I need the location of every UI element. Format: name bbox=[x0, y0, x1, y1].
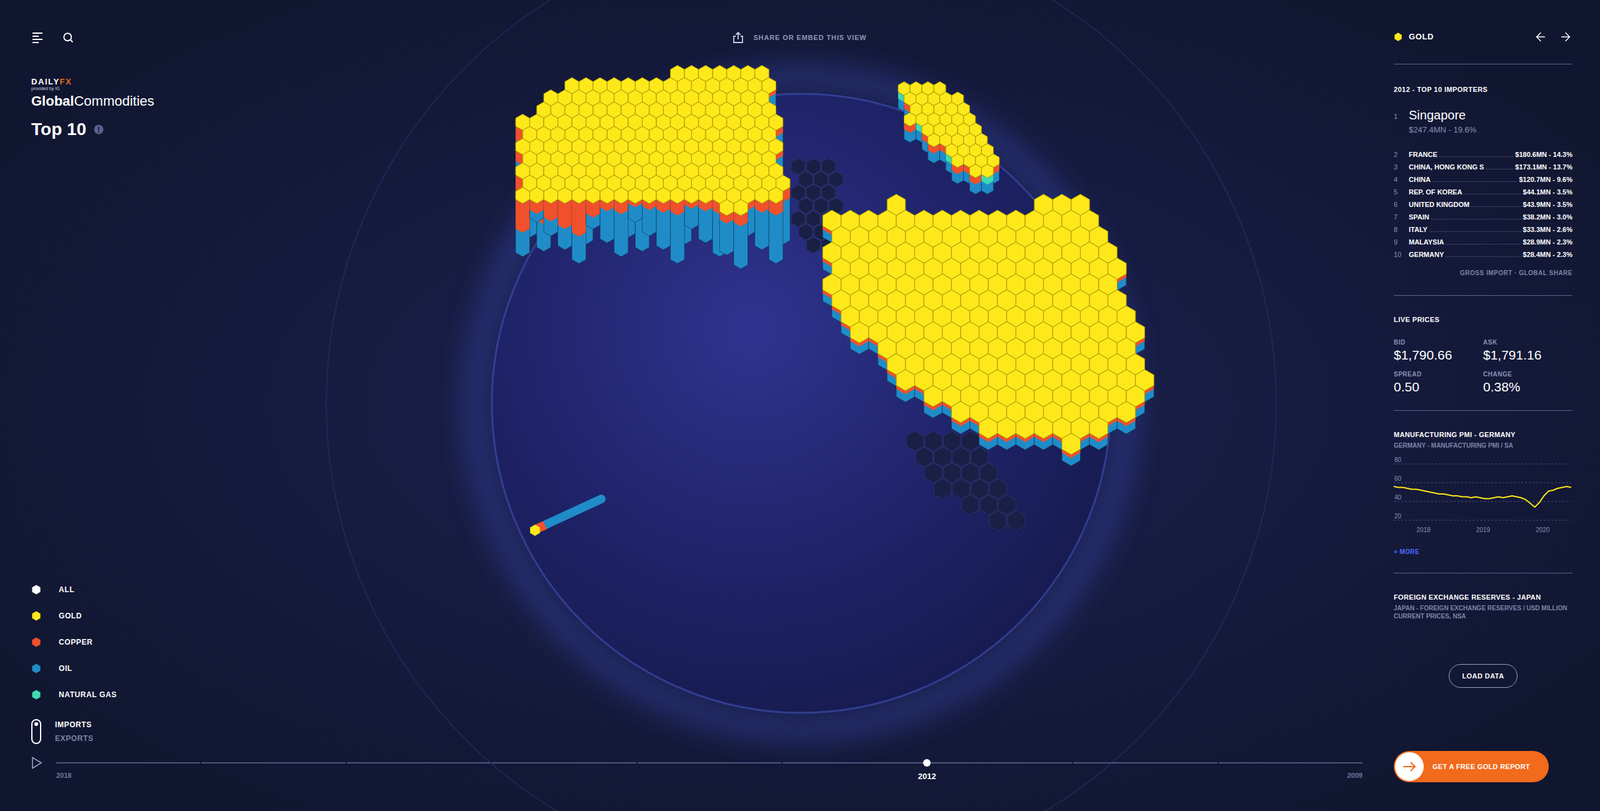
pmi-subtitle: GERMANY - MANUFACTURING PMI / SA bbox=[1393, 440, 1573, 450]
app: SHARE OR EMBED THIS VIEW DAILYFXprovided … bbox=[0, 0, 1600, 811]
timeline-segment bbox=[1218, 761, 1363, 764]
top-bar: SHARE OR EMBED THIS VIEW bbox=[31, 27, 1363, 48]
toggle-track[interactable] bbox=[31, 718, 42, 744]
live-prices-title: LIVE PRICES bbox=[1393, 314, 1573, 325]
timeline-segment bbox=[637, 761, 782, 764]
timeline-segment bbox=[491, 761, 636, 764]
share-icon bbox=[731, 31, 745, 44]
app-title: GlobalCommodities bbox=[31, 92, 1363, 110]
fx-title: FOREIGN EXCHANGE RESERVES - JAPAN bbox=[1393, 591, 1573, 603]
price-item: SPREAD0.50 bbox=[1393, 369, 1484, 395]
importer-row[interactable]: 5REP. OF KOREA$44.1MN - 3.5% bbox=[1393, 184, 1573, 197]
importer-top[interactable]: 1Singapore$247.4MN - 19.6% bbox=[1393, 107, 1573, 137]
importer-row[interactable]: 6UNITED KINGDOM$43.9MN - 3.5% bbox=[1393, 196, 1573, 210]
svg-text:40: 40 bbox=[1394, 493, 1402, 501]
legend-item[interactable]: GOLD bbox=[31, 610, 1363, 622]
importers-title: 2012 - TOP 10 IMPORTERS bbox=[1393, 84, 1573, 95]
svg-text:20: 20 bbox=[1394, 512, 1402, 520]
timeline-segment bbox=[928, 761, 1072, 764]
legend: ALL GOLD COPPER OIL NATURAL GAS bbox=[31, 583, 1363, 700]
hexagon-icon bbox=[31, 584, 42, 595]
svg-text:80: 80 bbox=[1394, 456, 1402, 464]
importers-footer: GROSS IMPORT · GLOBAL SHARE bbox=[1393, 268, 1573, 278]
importer-row[interactable]: 10GERMANY$28.4MN - 2.3% bbox=[1393, 246, 1573, 260]
info-icon[interactable] bbox=[93, 124, 104, 135]
price-item: CHANGE0.38% bbox=[1483, 369, 1573, 395]
hexagon-icon bbox=[31, 663, 42, 674]
fx-subtitle: JAPAN - FOREIGN EXCHANGE RESERVES / USD … bbox=[1393, 603, 1573, 620]
more-link[interactable]: + MORE bbox=[1393, 546, 1573, 557]
arrow-left-icon[interactable] bbox=[1533, 30, 1548, 44]
logo-block: DAILYFXprovided by IGGlobalCommodities To… bbox=[31, 77, 1363, 140]
toggle-option[interactable]: EXPORTS bbox=[55, 732, 94, 744]
importers-list: 2FRANCE$180.6MN - 14.3%3CHINA, HONG KONG… bbox=[1393, 146, 1573, 260]
legend-item[interactable]: COPPER bbox=[31, 636, 1363, 648]
search-icon[interactable] bbox=[62, 31, 74, 44]
gold-report-button[interactable]: GET A FREE GOLD REPORT bbox=[1393, 750, 1549, 782]
legend-item[interactable]: OIL bbox=[31, 662, 1363, 674]
timeline: 201820122009 bbox=[31, 758, 1363, 783]
arrow-right-icon bbox=[1402, 761, 1417, 772]
hexagon-icon bbox=[31, 636, 42, 647]
pmi-title: MANUFACTURING PMI - GERMANY bbox=[1393, 429, 1573, 440]
importer-row[interactable]: 9MALAYSIA$28.9MN - 2.3% bbox=[1393, 234, 1573, 247]
pmi-x-axis: 201820192020 bbox=[1393, 525, 1573, 535]
sidebar: GOLD 2012 - TOP 10 IMPORTERS 1Singapore$24… bbox=[1393, 0, 1573, 811]
share-wrap: SHARE OR EMBED THIS VIEW bbox=[73, 31, 1363, 44]
legend-item[interactable]: NATURAL GAS bbox=[31, 688, 1363, 700]
svg-text:60: 60 bbox=[1394, 475, 1402, 482]
importer-row[interactable]: 3CHINA, HONG KONG S$173.1MN - 13.7% bbox=[1393, 159, 1573, 172]
timeline-segment bbox=[56, 761, 200, 764]
live-prices: BID$1,790.66ASK$1,791.16 SPREAD0.50CHANGE… bbox=[1393, 337, 1573, 395]
importer-row[interactable]: 7SPAIN$38.2MN - 3.0% bbox=[1393, 209, 1573, 222]
importer-row[interactable]: 2FRANCE$180.6MN - 14.3% bbox=[1393, 146, 1573, 160]
globe-map[interactable] bbox=[0, 0, 1600, 811]
timeline-segment bbox=[346, 761, 491, 764]
legend-item[interactable]: ALL bbox=[31, 583, 1363, 595]
hexagon-icon bbox=[31, 610, 42, 621]
load-data-button[interactable]: LOAD DATA bbox=[1448, 663, 1517, 689]
main-area: SHARE OR EMBED THIS VIEW DAILYFXprovided … bbox=[0, 0, 1394, 811]
flow-toggle[interactable]: IMPORTS EXPORTS bbox=[31, 718, 1363, 744]
hexagon-icon bbox=[31, 689, 42, 700]
brand-logo[interactable]: DAILYFXprovided by IG bbox=[31, 77, 1363, 92]
menu-icon[interactable] bbox=[31, 31, 44, 44]
view-title: Top 10 bbox=[31, 118, 1363, 140]
toggle-option[interactable]: IMPORTS bbox=[55, 718, 94, 730]
timeline-segment bbox=[201, 761, 345, 764]
share-button[interactable]: SHARE OR EMBED THIS VIEW bbox=[731, 31, 867, 44]
layout: SHARE OR EMBED THIS VIEW DAILYFXprovided … bbox=[0, 0, 1600, 811]
commodity-header: GOLD bbox=[1393, 28, 1573, 45]
price-item: ASK$1,791.16 bbox=[1483, 337, 1573, 364]
importer-row[interactable]: 8ITALY$33.3MN - 2.6% bbox=[1393, 221, 1573, 235]
toggle-knob bbox=[34, 721, 39, 726]
hexagon-icon bbox=[1393, 32, 1403, 42]
pmi-chart[interactable]: 80 60 40 20 bbox=[1393, 456, 1572, 524]
importer-row[interactable]: 4CHINA$120.7MN - 9.6% bbox=[1393, 171, 1573, 185]
timeline-segment bbox=[1073, 761, 1217, 764]
timeline-track[interactable]: 201820122009 bbox=[56, 758, 1363, 783]
play-icon[interactable] bbox=[31, 756, 43, 769]
timeline-segment bbox=[782, 761, 927, 764]
price-item: BID$1,790.66 bbox=[1393, 337, 1484, 364]
arrow-right-icon[interactable] bbox=[1558, 30, 1573, 44]
